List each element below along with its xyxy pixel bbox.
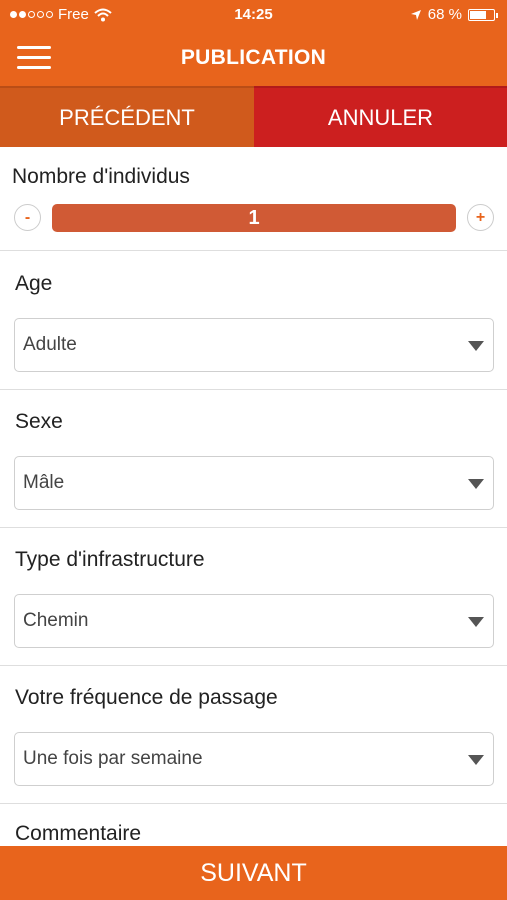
infrastructure-select[interactable]: Chemin <box>14 594 494 648</box>
battery-icon <box>468 8 498 21</box>
location-arrow-icon <box>410 9 421 20</box>
dropdown-arrow-icon <box>468 755 484 765</box>
page-title: PUBLICATION <box>180 46 327 69</box>
age-select[interactable]: Adulte <box>14 318 494 372</box>
dropdown-arrow-icon <box>468 341 484 351</box>
nav-bar: PUBLICATION <box>0 30 507 86</box>
battery-percent: 68 % <box>427 6 462 23</box>
cancel-button[interactable]: ANNULER <box>254 86 507 147</box>
frequency-select[interactable]: Une fois par semaine <box>14 732 494 786</box>
frequency-selected-value: Une fois par semaine <box>23 748 203 769</box>
comment-label: Commentaire <box>15 822 142 845</box>
divider <box>0 665 507 666</box>
divider <box>0 250 507 251</box>
dropdown-arrow-icon <box>468 479 484 489</box>
age-selected-value: Adulte <box>23 334 77 355</box>
individuals-label: Nombre d'individus <box>12 165 190 188</box>
previous-button[interactable]: PRÉCÉDENT <box>0 86 254 147</box>
increment-button[interactable]: + <box>467 204 494 231</box>
next-button[interactable]: SUIVANT <box>0 846 507 900</box>
sex-selected-value: Mâle <box>23 472 65 493</box>
status-bar: Free 14:25 68 % <box>0 0 507 30</box>
frequency-label: Votre fréquence de passage <box>15 686 278 709</box>
sex-label: Sexe <box>15 410 63 433</box>
divider <box>0 803 507 804</box>
dropdown-arrow-icon <box>468 617 484 627</box>
divider <box>0 389 507 390</box>
infrastructure-selected-value: Chemin <box>23 610 89 631</box>
action-bar: PRÉCÉDENT ANNULER <box>0 86 507 147</box>
age-label: Age <box>15 272 53 295</box>
decrement-button[interactable]: - <box>14 204 41 231</box>
sex-select[interactable]: Mâle <box>14 456 494 510</box>
divider <box>0 527 507 528</box>
infrastructure-label: Type d'infrastructure <box>15 548 205 571</box>
status-right: 68 % <box>410 6 498 23</box>
individuals-value: 1 <box>52 204 456 232</box>
